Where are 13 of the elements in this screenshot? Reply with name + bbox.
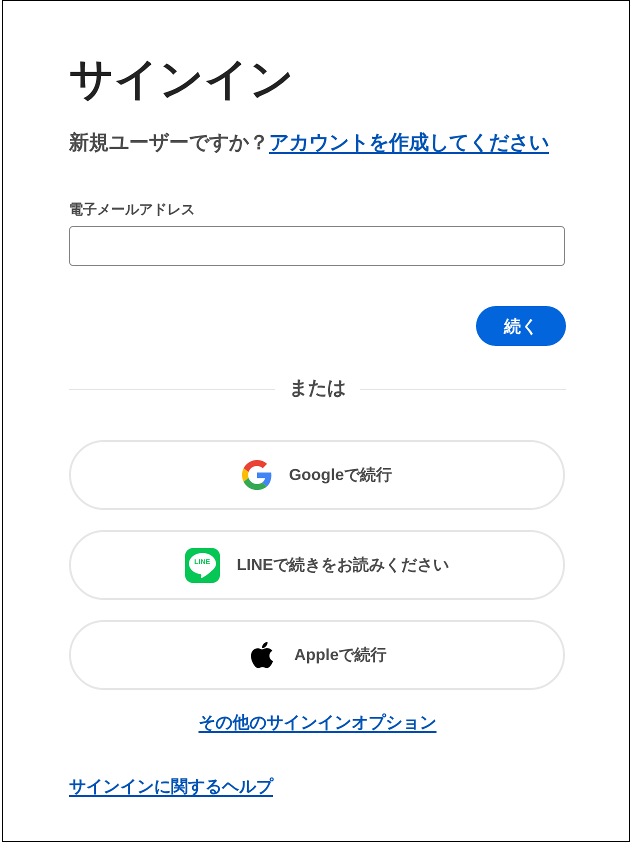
page-title: サインイン <box>69 54 294 106</box>
email-label: 電子メールアドレス <box>69 200 195 219</box>
speech-bubble-icon <box>188 552 216 578</box>
divider-label: または <box>289 377 346 401</box>
prompt-text: 新規ユーザーですか？ <box>69 130 269 156</box>
g-logo-icon <box>242 460 272 490</box>
email-input-field[interactable] <box>69 226 565 266</box>
create-account-link[interactable]: アカウントを作成してください <box>269 130 549 156</box>
continue-button[interactable]: 続く <box>476 306 566 346</box>
other-options-link[interactable]: その他のサインインオプション <box>198 711 436 735</box>
help-link[interactable]: サインインに関するヘルプ <box>69 775 273 799</box>
social-sign-in-button[interactable]: Appleで続行 <box>69 620 565 690</box>
social-sign-in-button[interactable]: Googleで続行 <box>69 440 565 510</box>
